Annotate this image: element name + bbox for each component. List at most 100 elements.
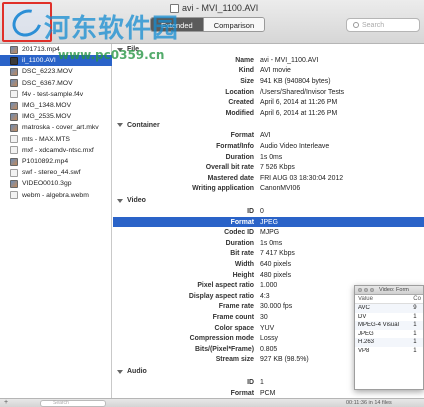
disclosure-triangle-icon[interactable]	[117, 123, 123, 128]
file-list-item[interactable]: DSC_6223.MOV	[0, 66, 112, 77]
property-value: FRI AUG 03 18:30:04 2012	[260, 174, 344, 182]
property-value: 941 KB (940804 bytes)	[260, 77, 331, 85]
property-value: 30.000 fps	[260, 303, 293, 311]
file-thumbnail-icon	[10, 90, 18, 99]
property-row[interactable]: Size 941 KB (940804 bytes)	[113, 76, 424, 87]
property-value: 4:3	[260, 292, 270, 300]
file-list-item[interactable]: swf - stereo_44.swf	[0, 167, 112, 178]
file-list-item[interactable]: mts - MAX.MTS	[0, 134, 112, 145]
minimize-button[interactable]	[364, 288, 368, 292]
file-name: matroska - cover_art.mkv	[22, 124, 99, 132]
table-row[interactable]: JPEG 1	[355, 330, 423, 339]
section-header-container[interactable]: Container	[113, 120, 424, 131]
file-list-item[interactable]: webm - algebra.webm	[0, 190, 112, 201]
property-value: 1s 0ms	[260, 153, 283, 161]
file-name: 201713.mp4	[22, 46, 60, 53]
property-row[interactable]: Duration 1s 0ms	[113, 238, 424, 249]
property-row[interactable]: Width 640 pixels	[113, 259, 424, 270]
property-key: Size	[240, 77, 254, 85]
disclosure-triangle-icon[interactable]	[117, 369, 123, 374]
property-value: avi - MVI_1100.AVI	[260, 56, 319, 64]
property-row[interactable]: Format JPEG	[113, 216, 424, 228]
file-list-item[interactable]: DSC_6367.MOV	[0, 78, 112, 89]
property-key: Color space	[214, 324, 254, 332]
property-value: JPEG	[260, 218, 278, 226]
file-list-item[interactable]: P1010892.mp4	[0, 156, 112, 167]
file-list-item[interactable]: IMG_1348.MOV	[0, 100, 112, 111]
property-value: Audio Video Interleave	[260, 142, 330, 150]
table-row[interactable]: AVC 9	[355, 304, 423, 313]
property-key: Pixel aspect ratio	[197, 282, 254, 290]
property-value: 640 pixels	[260, 260, 292, 268]
file-thumbnail-icon	[10, 45, 18, 54]
property-key: Codec ID	[224, 229, 254, 237]
file-list-item[interactable]: IMG_2535.MOV	[0, 111, 112, 122]
zoom-button[interactable]	[370, 288, 374, 292]
disclosure-triangle-icon[interactable]	[117, 198, 123, 203]
property-row[interactable]: Created April 6, 2014 at 11:26 PM	[113, 97, 424, 108]
section-title: Container	[127, 121, 160, 129]
column-header-value[interactable]: Value	[355, 296, 413, 302]
property-value: YUV	[260, 324, 275, 332]
filter-input[interactable]: Search	[40, 400, 106, 407]
property-row[interactable]: Height 480 pixels	[113, 270, 424, 281]
property-value: AVI movie	[260, 67, 291, 75]
property-row[interactable]: Codec ID MJPG	[113, 227, 424, 238]
watermark-url: www.pc0359.cn	[58, 48, 165, 62]
property-value: 1	[260, 378, 264, 386]
property-row[interactable]: ID 0	[113, 206, 424, 217]
section-header-video[interactable]: Video	[113, 195, 424, 206]
file-list-item[interactable]: mxf - xdcamdv-ntsc.mxf	[0, 145, 112, 156]
format-count: 1	[413, 339, 417, 346]
property-row[interactable]: Format/Info Audio Video Interleave	[113, 141, 424, 152]
format-value: H.263	[358, 339, 375, 346]
file-list-item[interactable]: f4v - test-sample.f4v	[0, 89, 112, 100]
property-key: Width	[234, 260, 254, 268]
file-thumbnail-icon	[10, 56, 18, 65]
property-value: April 6, 2014 at 11:26 PM	[260, 109, 338, 117]
format-count: 1	[413, 347, 417, 354]
bottom-bar: + Search 00:11:36 in 14 files	[0, 398, 424, 407]
format-summary-window: Video: Form Value Co AVC 9 DV 1 MPEG-4 Visua…	[354, 285, 424, 390]
column-header-count[interactable]: Co	[413, 296, 423, 302]
property-value: CanonMVI06	[260, 185, 301, 193]
property-row[interactable]: Format AVI	[113, 131, 424, 142]
property-row[interactable]: Mastered date FRI AUG 03 18:30:04 2012	[113, 173, 424, 184]
property-row[interactable]: Duration 1s 0ms	[113, 152, 424, 163]
property-row[interactable]: Modified April 6, 2014 at 11:26 PM	[113, 108, 424, 119]
table-row[interactable]: MPEG-4 Visual 1	[355, 321, 423, 330]
float-table-body: AVC 9 DV 1 MPEG-4 Visual 1 JPEG 1 H.263 1 VP8 1	[355, 304, 423, 355]
property-value: 7 417 Kbps	[260, 250, 295, 258]
property-row[interactable]: Bit rate 7 417 Kbps	[113, 249, 424, 260]
format-count: 9	[413, 305, 417, 312]
float-title-bar: Video: Form	[355, 286, 423, 295]
property-row[interactable]: Overall bit rate 7 526 Kbps	[113, 162, 424, 173]
property-row[interactable]: Location/Users/Shared/Invisor Tests	[113, 87, 424, 98]
property-key: Format	[230, 132, 254, 140]
tab-comparison[interactable]: Comparison	[202, 18, 265, 31]
file-list-sidebar: 201713.mp4 il_1100.AVI DSC_6223.MOV DSC_636…	[0, 44, 112, 398]
property-key: Overall bit rate	[205, 164, 254, 172]
search-input[interactable]: Search	[346, 18, 420, 32]
property-value: 30	[260, 313, 268, 321]
close-button[interactable]	[358, 288, 362, 292]
file-thumbnail-icon	[10, 157, 18, 166]
file-list-item[interactable]: matroska - cover_art.mkv	[0, 122, 112, 133]
property-key: ID	[247, 207, 254, 215]
file-thumbnail-icon	[10, 191, 18, 200]
format-value: AVC	[358, 305, 370, 312]
table-row[interactable]: VP8 1	[355, 347, 423, 356]
window-controls	[358, 288, 374, 292]
search-icon	[353, 22, 359, 28]
table-row[interactable]: DV 1	[355, 313, 423, 322]
property-row[interactable]: Writing application CanonMVI06	[113, 184, 424, 195]
property-key: Frame count	[212, 313, 254, 321]
format-value: VP8	[358, 347, 370, 354]
property-row[interactable]: Kind AVI movie	[113, 66, 424, 77]
format-value: MPEG-4 Visual	[358, 322, 399, 329]
file-name: il_1100.AVI	[22, 57, 56, 65]
table-row[interactable]: H.263 1	[355, 338, 423, 347]
file-list-item[interactable]: VIDEO0010.3gp	[0, 178, 112, 189]
add-button[interactable]: +	[4, 399, 8, 406]
float-title: Video: Form	[379, 287, 409, 293]
